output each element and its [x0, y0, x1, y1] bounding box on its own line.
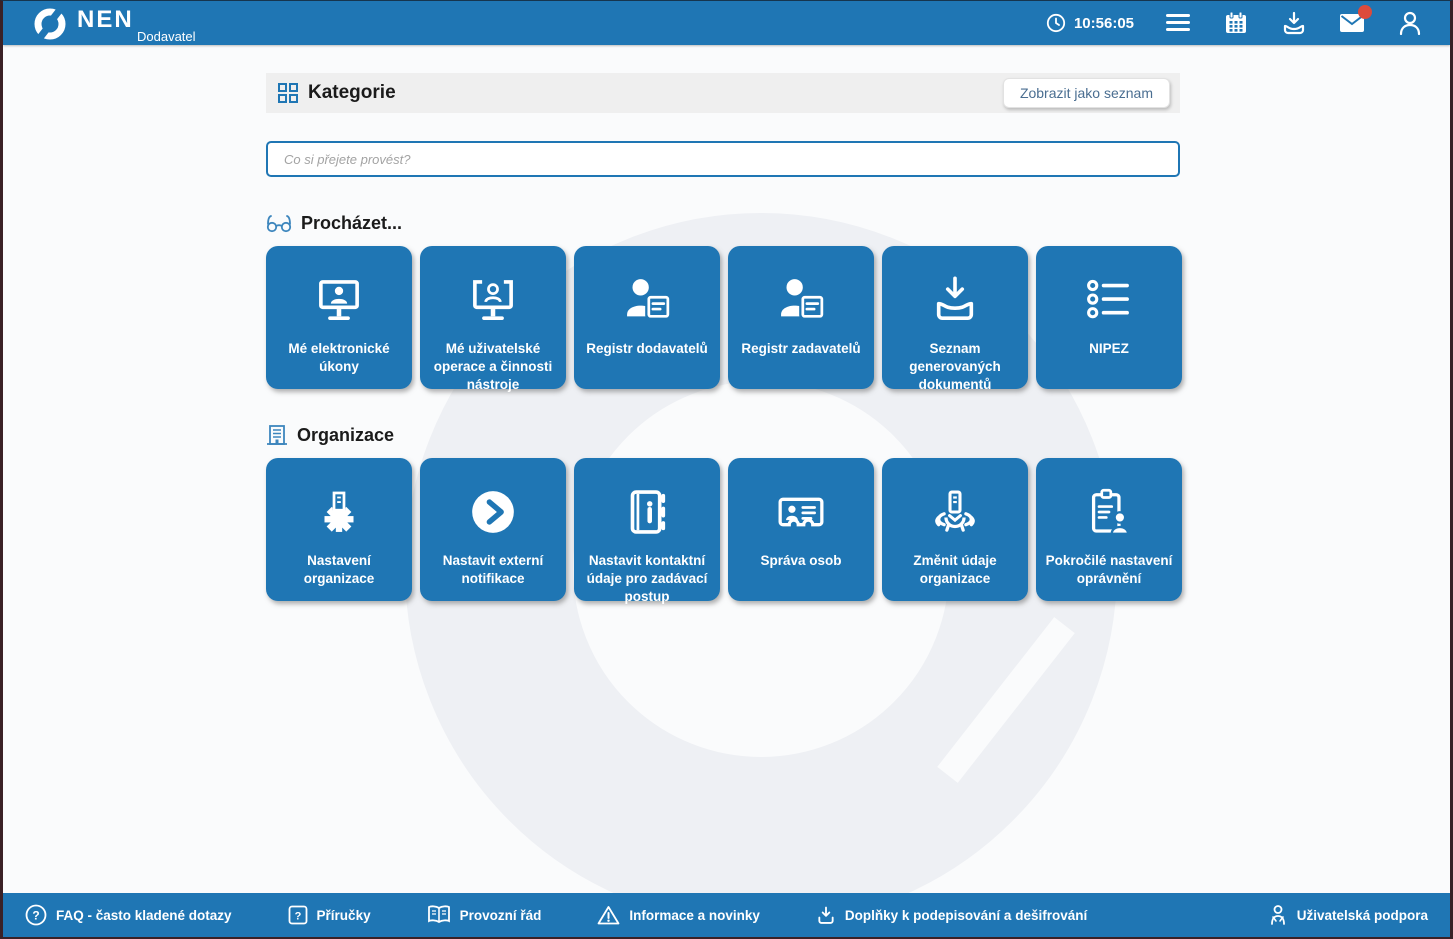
svg-text:?: ? [32, 909, 39, 923]
category-header-band: Kategorie Zobrazit jako seznam [266, 73, 1180, 113]
gear-building-icon [310, 483, 368, 541]
tile-label: Registr dodavatelů [586, 340, 708, 358]
tile-grid-browse: Mé elektronické úkony Mé uživatel [266, 246, 1180, 389]
tile-nastavit-externi-notifikace[interactable]: Nastavit externí notifikace [420, 458, 566, 601]
open-book-icon [427, 905, 451, 925]
footer-item-faq[interactable]: ? FAQ - často kladené dotazy [25, 904, 232, 926]
hamburger-icon [1166, 14, 1190, 32]
clipboard-person-icon [1080, 483, 1138, 541]
monitor-user-icon [310, 271, 368, 329]
section-title: Procházet... [301, 213, 402, 234]
tile-registr-dodavatelu[interactable]: Registr dodavatelů [574, 246, 720, 389]
footer-item-label: Uživatelská podpora [1297, 908, 1428, 923]
footer-item-label: FAQ - často kladené dotazy [56, 908, 232, 923]
nen-logo-icon [33, 7, 67, 41]
tile-grid-organization: Nastavení organizace Nastavit externí no… [266, 458, 1180, 601]
footer-item-label: Doplňky k podepisování a dešifrování [845, 908, 1087, 923]
brand-subtitle: Dodavatel [137, 29, 196, 44]
person-document-icon [772, 271, 830, 329]
footer-item-label: Příručky [317, 908, 371, 923]
support-person-icon [1268, 904, 1288, 926]
tile-label: Pokročilé nastavení oprávnění [1044, 552, 1174, 588]
tile-registr-zadavatelu[interactable]: Registr zadavatelů [728, 246, 874, 389]
info-book-icon [618, 483, 676, 541]
section-title: Organizace [297, 425, 394, 446]
person-document-icon [618, 271, 676, 329]
circle-chevron-icon [464, 483, 522, 541]
download-tray-icon [926, 271, 984, 329]
clock-time: 10:56:05 [1074, 15, 1134, 32]
page-title: Kategorie [308, 82, 396, 104]
main-area: Kategorie Zobrazit jako seznam [3, 45, 1450, 893]
square-question-icon: ? [288, 905, 308, 925]
view-as-list-button[interactable]: Zobrazit jako seznam [1003, 78, 1170, 108]
unread-badge [1358, 5, 1372, 19]
tile-seznam-generovanych-dokumentu[interactable]: Seznam generovaných dokumentů [882, 246, 1028, 389]
tile-label: Změnit údaje organizace [890, 552, 1020, 588]
grid-icon [278, 83, 298, 103]
footer-item-label: Provozní řád [460, 908, 542, 923]
tile-me-uzivatelske-operace[interactable]: Mé uživatelské operace a činnosti nástro… [420, 246, 566, 389]
downloads-button[interactable] [1280, 9, 1308, 37]
tile-label: Nastavit externí notifikace [428, 552, 558, 588]
messages-button[interactable] [1338, 9, 1366, 37]
tile-pokrocile-nastaveni-opravneni[interactable]: Pokročilé nastavení oprávnění [1036, 458, 1182, 601]
section-header-organization: Organizace [266, 423, 1180, 447]
circle-question-icon: ? [25, 904, 47, 926]
footer-bar: ? FAQ - často kladené dotazy ? Příručky [3, 893, 1450, 937]
tile-me-elektronicke-ukony[interactable]: Mé elektronické úkony [266, 246, 412, 389]
clock-widget: 10:56:05 [1046, 13, 1134, 33]
tile-nastaveni-organizace[interactable]: Nastavení organizace [266, 458, 412, 601]
tile-label: Seznam generovaných dokumentů [890, 340, 1020, 393]
download-icon [816, 905, 836, 925]
footer-item-podpora[interactable]: Uživatelská podpora [1268, 904, 1428, 926]
tile-sprava-osob[interactable]: Správa osob [728, 458, 874, 601]
tile-label: Registr zadavatelů [741, 340, 860, 358]
calendar-icon [1225, 12, 1247, 34]
download-tray-icon [1282, 11, 1306, 35]
tile-label: Mé elektronické úkony [274, 340, 404, 376]
tile-label: Mé uživatelské operace a činnosti nástro… [428, 340, 558, 393]
footer-item-informace[interactable]: Informace a novinky [597, 905, 760, 925]
tile-zmenit-udaje-organizace[interactable]: Změnit údaje organizace [882, 458, 1028, 601]
search-input[interactable] [266, 141, 1180, 177]
tile-label: NIPEZ [1089, 340, 1129, 358]
footer-item-provozni-rad[interactable]: Provozní řád [427, 905, 542, 925]
monitor-user-outline-icon [464, 271, 522, 329]
tile-nipez[interactable]: NIPEZ [1036, 246, 1182, 389]
id-card-icon [772, 483, 830, 541]
warning-triangle-icon [597, 905, 620, 925]
nen-watermark-cut [937, 617, 1074, 783]
section-header-browse: Procházet... [266, 211, 1180, 235]
list-circles-icon [1080, 271, 1138, 329]
calendar-button[interactable] [1222, 9, 1250, 37]
tile-label: Nastavit kontaktní údaje pro zadávací po… [582, 552, 712, 605]
menu-button[interactable] [1164, 9, 1192, 37]
eyeglasses-icon [266, 213, 292, 233]
application-window: NEN Dodavatel 10:56:05 [0, 0, 1453, 939]
user-profile-button[interactable] [1396, 9, 1424, 37]
footer-item-prirucky[interactable]: ? Příručky [288, 905, 371, 925]
tile-label: Správa osob [760, 552, 841, 570]
gear-tool-icon [926, 483, 984, 541]
footer-item-label: Informace a novinky [629, 908, 760, 923]
top-bar: NEN Dodavatel 10:56:05 [3, 1, 1450, 45]
footer-item-doplnky[interactable]: Doplňky k podepisování a dešifrování [816, 905, 1087, 925]
brand[interactable]: NEN Dodavatel [33, 1, 134, 45]
brand-title: NEN [77, 8, 134, 32]
svg-text:?: ? [294, 911, 301, 923]
building-icon [266, 424, 288, 446]
person-icon [1399, 11, 1421, 35]
tile-nastavit-kontaktni-udaje[interactable]: Nastavit kontaktní údaje pro zadávací po… [574, 458, 720, 601]
tile-label: Nastavení organizace [274, 552, 404, 588]
clock-icon [1046, 13, 1066, 33]
search-row [266, 141, 1180, 177]
